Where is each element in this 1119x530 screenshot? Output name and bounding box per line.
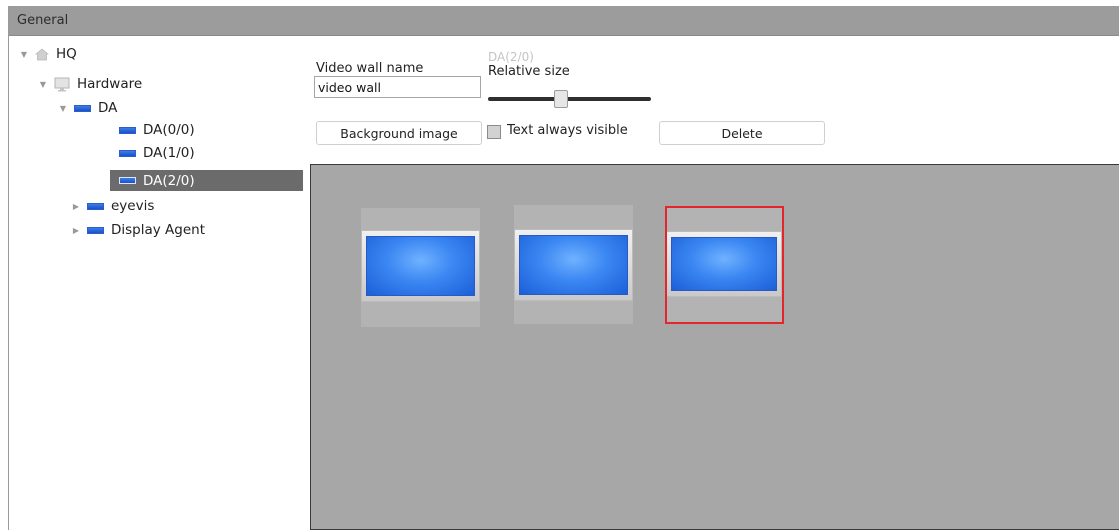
chevron-down-icon[interactable]: ▼	[38, 74, 48, 94]
chevron-right-icon[interactable]: ▶	[71, 196, 81, 216]
chevron-down-icon[interactable]: ▼	[19, 44, 29, 64]
chevron-right-icon[interactable]: ▶	[71, 220, 81, 240]
tree-item-label: DA(2/0)	[143, 172, 195, 189]
general-panel: General ▼ HQ ▼ Hardware ▼ DA DA(0/0) DA(…	[8, 6, 1119, 530]
panel-header: General	[9, 6, 1119, 36]
display-icon	[87, 202, 104, 210]
slider-track[interactable]	[488, 97, 651, 101]
tree-item-da-0-0[interactable]: DA(0/0)	[110, 120, 201, 140]
panel-title: General	[17, 13, 69, 28]
tree-item-hardware[interactable]: ▼ Hardware	[38, 74, 142, 94]
display-icon	[87, 226, 104, 234]
display-screen	[519, 235, 628, 295]
slider-thumb[interactable]	[554, 90, 569, 108]
background-image-button[interactable]: Background image	[316, 121, 482, 145]
relative-size-label: Relative size	[488, 64, 570, 79]
text-always-visible-checkbox[interactable]	[487, 125, 501, 139]
tree-item-label: Hardware	[77, 76, 143, 92]
display-icon	[119, 177, 136, 184]
selection-outline	[665, 206, 784, 324]
video-wall-name-label: Video wall name	[316, 61, 424, 76]
tree-item-eyevis[interactable]: ▶ eyevis	[71, 196, 154, 216]
tree-item-da-1-0[interactable]: DA(1/0)	[110, 143, 201, 163]
video-wall-canvas[interactable]	[310, 164, 1119, 530]
tree-item-label: HQ	[56, 46, 77, 62]
display-tile-selected[interactable]	[665, 206, 784, 324]
display-icon	[119, 149, 136, 157]
display-tile[interactable]	[361, 208, 480, 327]
selected-display-caption: DA(2/0)	[488, 50, 534, 64]
chevron-down-icon[interactable]: ▼	[58, 98, 68, 118]
tree-item-display-agent[interactable]: ▶ Display Agent	[71, 220, 205, 240]
tree-item-label: DA	[98, 100, 118, 116]
monitor-icon	[54, 77, 70, 92]
text-always-visible-label: Text always visible	[507, 123, 628, 138]
tree-item-label: eyevis	[111, 198, 155, 214]
display-tile[interactable]	[514, 205, 633, 324]
home-icon	[34, 47, 50, 61]
display-icon	[74, 104, 91, 112]
display-screen	[366, 236, 475, 296]
display-icon	[119, 126, 136, 134]
tree-item-label: DA(1/0)	[143, 145, 195, 161]
tree-item-hq[interactable]: ▼ HQ	[19, 44, 77, 64]
app-root: General ▼ HQ ▼ Hardware ▼ DA DA(0/0) DA(…	[0, 0, 1119, 530]
tree-item-da-2-0[interactable]: DA(2/0)	[110, 170, 303, 191]
delete-button[interactable]: Delete	[659, 121, 825, 145]
tree-item-label: DA(0/0)	[143, 122, 195, 138]
video-wall-name-input[interactable]	[314, 76, 481, 98]
tree-item-label: Display Agent	[111, 222, 206, 238]
tree-item-da[interactable]: ▼ DA	[58, 98, 117, 118]
